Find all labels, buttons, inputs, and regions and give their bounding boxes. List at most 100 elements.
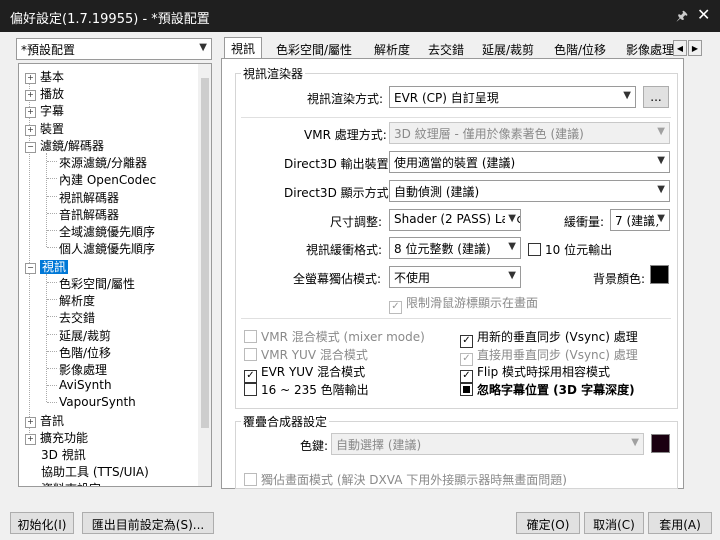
cancel-button[interactable]: 取消(C) — [584, 512, 644, 534]
d3d-device-select[interactable]: 使用適當的裝置 (建議) ▼ — [389, 151, 670, 173]
tree-item-subtitles[interactable]: + 字幕 — [25, 102, 64, 119]
colorkey-label: 色鍵: — [300, 439, 329, 453]
tree-item-audio-decoder[interactable]: 音訊解碼器 — [59, 206, 119, 223]
tree-item-vapoursynth[interactable]: VapourSynth — [59, 395, 136, 412]
renderer-label: 視訊渲染方式: — [307, 92, 384, 106]
chevron-down-icon: ▼ — [508, 241, 516, 252]
scrollbar-thumb[interactable] — [201, 78, 209, 428]
d3d-display-label: Direct3D 顯示方式: — [284, 186, 393, 200]
tab-scroll-left-icon[interactable]: ◀ — [673, 40, 687, 56]
new-vsync-checkbox[interactable]: 用新的垂直同步 (Vsync) 處理 — [460, 328, 638, 348]
apply-button[interactable]: 套用(A) — [648, 512, 712, 534]
tab-strip: 視訊 色彩空間/屬性 解析度 去交錯 延展/裁剪 色階/位移 影像處理 — [224, 37, 720, 59]
renderer-settings-button[interactable]: ... — [643, 86, 669, 108]
tree-item-resolution[interactable]: 解析度 — [59, 292, 95, 309]
collapse-icon[interactable]: − — [25, 142, 36, 153]
vmr-mixer-checkbox[interactable]: VMR 混合模式 (mixer mode) — [244, 328, 425, 345]
tab-resolution[interactable]: 解析度 — [368, 39, 416, 59]
tree-item-cut[interactable]: 資料夾設定 — [41, 480, 101, 486]
tree-item-3d-video[interactable]: 3D 視訊 — [41, 446, 86, 463]
bgcolor-swatch[interactable] — [650, 265, 669, 284]
surface-select[interactable]: 8 位元整數 (建議) ▼ — [389, 237, 521, 259]
tree-item-image-processing[interactable]: 影像處理 — [59, 361, 107, 378]
collapse-icon[interactable]: − — [25, 263, 36, 274]
restrict-mouse-checkbox[interactable]: 限制滑鼠游標顯示在畫面 — [389, 294, 538, 314]
surface-label: 視訊緩衝格式: — [306, 243, 383, 257]
chevron-down-icon: ▼ — [657, 126, 665, 137]
bit10-checkbox[interactable]: 10 位元輸出 — [528, 241, 612, 258]
expand-icon[interactable]: + — [25, 417, 36, 428]
bgcolor-label: 背景顏色: — [593, 272, 646, 286]
fullscreen-label: 全螢幕獨佔模式: — [293, 272, 382, 286]
tab-deinterlace[interactable]: 去交錯 — [422, 39, 470, 59]
expand-icon[interactable]: + — [25, 90, 36, 101]
renderer-group-title: 視訊渲染器 — [241, 65, 306, 82]
export-settings-button[interactable]: 匯出目前設定為(S)... — [82, 512, 214, 534]
expand-icon[interactable]: + — [25, 107, 36, 118]
exclusive-mode-checkbox[interactable]: 獨佔畫面模式 (解決 DXVA 下用外接顯示器時無畫面問題) — [244, 471, 567, 488]
chevron-down-icon: ▼ — [657, 184, 665, 195]
tree-item-levels[interactable]: 色階/位移 — [59, 344, 111, 361]
range-16-235-checkbox[interactable]: 16 ~ 235 色階輸出 — [244, 381, 369, 398]
tree-item-basic[interactable]: + 基本 — [25, 68, 64, 85]
ignore-subtitle-pos-checkbox[interactable]: 忽略字幕位置 (3D 字幕深度) — [460, 381, 635, 398]
tree-item-colorspace[interactable]: 色彩空間/屬性 — [59, 275, 135, 292]
flip-mode-checkbox[interactable]: Flip 模式時採用相容模式 — [460, 363, 610, 383]
separator — [241, 117, 671, 118]
d3d-display-select[interactable]: 自動偵測 (建議) ▼ — [389, 180, 670, 202]
vmr-label: VMR 處理方式: — [304, 128, 387, 142]
tab-image-processing[interactable]: 影像處理 — [620, 39, 678, 59]
tab-colorspace[interactable]: 色彩空間/屬性 — [270, 39, 358, 59]
expand-icon[interactable]: + — [25, 73, 36, 84]
tab-stretch-crop[interactable]: 延展/裁剪 — [476, 39, 540, 59]
chevron-down-icon: ▼ — [199, 42, 207, 53]
expand-icon[interactable]: + — [25, 434, 36, 445]
vmr-yuv-checkbox[interactable]: VMR YUV 混合模式 — [244, 346, 368, 363]
tree-item-filters[interactable]: − 濾鏡/解碼器 — [25, 137, 104, 154]
title-bar: 偏好設定(1.7.19955) - *預設配置 🖈 ✕ — [0, 0, 720, 32]
tab-levels[interactable]: 色階/位移 — [548, 39, 612, 59]
settings-tree[interactable]: + 基本 + 播放 + 字幕 + 裝置 − 濾鏡/解碼器 來源濾鏡/分離器 內建 Open… — [18, 63, 212, 487]
window-title: 偏好設定(1.7.19955) - *預設配置 — [10, 12, 210, 27]
evr-yuv-checkbox[interactable]: EVR YUV 混合模式 — [244, 363, 365, 383]
renderer-select[interactable]: EVR (CP) 自訂呈現 ▼ — [389, 86, 636, 108]
tree-item-avisynth[interactable]: AviSynth — [59, 378, 112, 395]
tree-item-video-decoder[interactable]: 視訊解碼器 — [59, 189, 119, 206]
chevron-down-icon: ▼ — [654, 213, 665, 224]
tree-item-devices[interactable]: + 裝置 — [25, 120, 64, 137]
tree-item-audio[interactable]: + 音訊 — [25, 412, 64, 429]
tree-item-deinterlace[interactable]: 去交錯 — [59, 309, 95, 326]
tree-item-source-filters[interactable]: 來源濾鏡/分離器 — [59, 154, 147, 171]
tree-item-opencodec[interactable]: 內建 OpenCodec — [59, 171, 156, 188]
expand-icon[interactable]: + — [25, 125, 36, 136]
colorkey-swatch[interactable] — [651, 434, 670, 453]
tree-item-extensions[interactable]: + 擴充功能 — [25, 429, 88, 446]
resize-select[interactable]: Shader (2 PASS) Lanczos▼ — [389, 209, 521, 231]
chevron-down-icon: ▼ — [505, 213, 516, 224]
pin-icon[interactable]: 🖈 — [676, 7, 688, 29]
fullscreen-select[interactable]: 不使用 ▼ — [389, 266, 521, 288]
colorkey-select[interactable]: 自動選擇 (建議) ▼ — [331, 433, 644, 455]
separator — [241, 318, 671, 319]
tree-item-video-label: 視訊 — [40, 260, 69, 274]
chevron-down-icon: ▼ — [623, 90, 631, 101]
tree-item-global-filter-priority[interactable]: 全域濾鏡優先順序 — [59, 223, 155, 240]
buffer-select[interactable]: 7 (建議) ▼ — [610, 209, 670, 231]
tab-video[interactable]: 視訊 — [224, 37, 263, 59]
close-icon[interactable]: ✕ — [697, 5, 710, 24]
tree-scrollbar[interactable] — [198, 64, 211, 486]
profile-select[interactable]: *預設配置 ▼ — [16, 38, 212, 60]
resize-label: 尺寸調整: — [330, 215, 383, 229]
tree-item-user-filter-priority[interactable]: 個人濾鏡優先順序 — [59, 240, 155, 257]
profile-select-value: *預設配置 — [21, 43, 76, 57]
chevron-down-icon: ▼ — [657, 155, 665, 166]
vmr-select[interactable]: 3D 紋理層 - 僅用於像素著色 (建議) ▼ — [389, 122, 670, 144]
overlay-group-title: 覆疊合成器設定 — [241, 413, 330, 430]
tab-scroll-right-icon[interactable]: ▶ — [688, 40, 702, 56]
reset-button[interactable]: 初始化(I) — [10, 512, 74, 534]
tree-item-video[interactable]: − 視訊 — [25, 258, 69, 275]
tree-item-accessibility[interactable]: 協助工具 (TTS/UIA) — [41, 463, 149, 480]
ok-button[interactable]: 確定(O) — [516, 512, 580, 534]
tree-item-stretch-crop[interactable]: 延展/裁剪 — [59, 327, 111, 344]
tree-item-playback[interactable]: + 播放 — [25, 85, 64, 102]
